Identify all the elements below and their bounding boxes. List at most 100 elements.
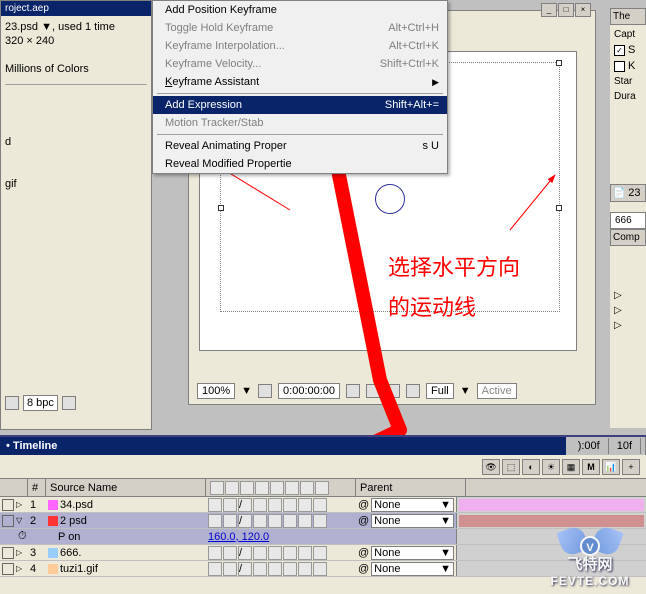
timeline-title: • Timeline [0, 437, 646, 455]
layer-bar[interactable] [459, 515, 644, 527]
layer-row[interactable]: ▷ 4 tuzi1.gif / @None▼ [0, 561, 646, 577]
visibility-icon[interactable] [2, 563, 14, 575]
trash-icon[interactable] [62, 396, 76, 410]
safezone-icon[interactable] [258, 384, 272, 398]
timecode-readout[interactable]: 0:00:00:00 [278, 383, 340, 399]
twirl-icon[interactable]: ▷ [16, 564, 26, 573]
visibility-icon[interactable] [2, 515, 14, 527]
tab-the[interactable]: The [610, 8, 646, 25]
alpha-icon[interactable] [406, 384, 420, 398]
shy-icon[interactable]: 👁 [482, 459, 500, 475]
project-colors: Millions of Colors [5, 62, 147, 76]
layer-bar[interactable] [459, 499, 644, 511]
menu-reveal-modified[interactable]: Reveal Modified Propertie [153, 155, 447, 173]
menu-keyframe-assistant[interactable]: KKeyframe Assistanteyframe Assistant▶ [153, 73, 447, 91]
twirl-icon[interactable]: ▷ [16, 548, 26, 557]
parent-dropdown[interactable]: None▼ [371, 498, 454, 512]
project-item-d[interactable]: d [5, 135, 147, 149]
start-label: Star [610, 74, 646, 89]
anchor-point-icon[interactable] [370, 179, 410, 219]
close-button[interactable]: × [575, 3, 591, 17]
active-camera[interactable]: Active [477, 383, 517, 399]
pickwhip-icon[interactable]: @ [358, 515, 369, 527]
parent-dropdown[interactable]: None▼ [371, 562, 454, 576]
parent-dropdown[interactable]: None▼ [371, 546, 454, 560]
time-ruler[interactable]: ):00f 10f [566, 437, 646, 455]
position-value[interactable]: 160.0, 120.0 [206, 529, 356, 544]
layer-handle-tr[interactable] [556, 60, 562, 66]
menu-keyframe-interpolation: Keyframe Interpolation...Alt+Ctrl+K [153, 37, 447, 55]
layer-index: 2 [28, 513, 46, 528]
timeline-layers: ▷ 1 34.psd / @None▼ ▽ 2 2 psd / @None▼ ⏱… [0, 497, 646, 577]
layer-name[interactable]: tuzi1.gif [60, 563, 98, 575]
layer-handle-ml[interactable] [218, 205, 224, 211]
twirl-icon[interactable]: ▽ [16, 516, 26, 525]
layer-index: 3 [28, 545, 46, 560]
col-parent: Parent [356, 479, 466, 496]
channel-icon[interactable] [366, 384, 380, 398]
menu-add-expression[interactable]: Add ExpressionShift+Alt+= [153, 96, 447, 114]
menu-keyframe-velocity: Keyframe Velocity...Shift+Ctrl+K [153, 55, 447, 73]
maximize-button[interactable]: □ [558, 3, 574, 17]
submenu-arrow-icon: ▶ [432, 77, 439, 88]
col-source-name[interactable]: Source Name [46, 479, 206, 496]
field-666[interactable]: 666 [610, 212, 646, 229]
switches-icon[interactable]: ⬚ [502, 459, 520, 475]
col-number: # [28, 479, 46, 496]
project-item-23[interactable]: 📄 23 [610, 184, 646, 202]
layer-color-icon [48, 548, 58, 558]
resolution-dropdown[interactable]: Full [426, 383, 454, 399]
visibility-icon[interactable] [2, 499, 14, 511]
right-dock: The Capt ✓S K Star Dura 📄 23 666 Comp ▷ … [610, 8, 646, 428]
mode-m-button[interactable]: M [582, 459, 600, 475]
layer-row[interactable]: ▽ 2 2 psd / @None▼ [0, 513, 646, 529]
duration-label: Dura [610, 89, 646, 104]
layer-color-icon [48, 500, 58, 510]
layer-handle-mr[interactable] [556, 205, 562, 211]
project-item-gif[interactable]: gif [5, 177, 147, 191]
menu-add-position-keyframe[interactable]: Add Position Keyframe [153, 1, 447, 19]
layer-name[interactable]: 34.psd [60, 499, 93, 511]
label-s: S [628, 44, 635, 56]
folder-icon[interactable] [5, 396, 19, 410]
checkbox-s[interactable]: ✓ [614, 45, 625, 56]
annotation-line2: 的运动线 [388, 290, 476, 322]
annotation-line1: 选择水平方向 [388, 250, 520, 282]
animation-context-menu: Add Position Keyframe Toggle Hold Keyfra… [152, 0, 448, 174]
zoom-dropdown[interactable]: 100% [197, 383, 235, 399]
pickwhip-icon[interactable]: @ [358, 563, 369, 575]
layer-row[interactable]: ▷ 3 666. / @None▼ [0, 545, 646, 561]
zoom-in-icon[interactable]: + [622, 459, 640, 475]
menu-reveal-animating[interactable]: Reveal Animating Propers U [153, 137, 447, 155]
property-name[interactable]: P on [58, 531, 80, 543]
parent-dropdown[interactable]: None▼ [371, 514, 454, 528]
snapshot-icon[interactable] [346, 384, 360, 398]
tab-comp[interactable]: Comp [610, 229, 646, 246]
bpc-readout[interactable]: 8 bpc [23, 395, 58, 411]
pickwhip-icon[interactable]: @ [358, 499, 369, 511]
property-row[interactable]: ⏱ P on 160.0, 120.0 [0, 529, 646, 545]
zoom-chevron-icon[interactable]: ▼ [241, 385, 252, 397]
twirl-icon[interactable]: ▷ [610, 303, 646, 318]
graph-icon[interactable]: 📊 [602, 459, 620, 475]
layer-name[interactable]: 2 psd [60, 515, 87, 527]
ruler-00: ):00f [570, 438, 609, 454]
visibility-icon[interactable] [2, 547, 14, 559]
layer-name[interactable]: 666. [60, 547, 81, 559]
motion-blur-icon[interactable]: ☀ [542, 459, 560, 475]
stopwatch-icon[interactable]: ⏱ [18, 530, 27, 543]
layer-row[interactable]: ▷ 1 34.psd / @None▼ [0, 497, 646, 513]
minimize-button[interactable]: _ [541, 3, 557, 17]
twirl-icon[interactable]: ▷ [610, 288, 646, 303]
ruler-10: 10f [609, 438, 641, 454]
menu-motion-tracker: Motion Tracker/Stab [153, 114, 447, 132]
res-chevron-icon[interactable]: ▼ [460, 385, 471, 397]
twirl-icon[interactable]: ▷ [610, 318, 646, 333]
3d-icon[interactable]: ▦ [562, 459, 580, 475]
project-dims: 320 × 240 [5, 34, 147, 48]
checkbox-k[interactable] [614, 61, 625, 72]
frame-blend-icon[interactable]: ◐ [522, 459, 540, 475]
pickwhip-icon[interactable]: @ [358, 547, 369, 559]
twirl-icon[interactable]: ▷ [16, 500, 26, 509]
rgb-icon[interactable] [386, 384, 400, 398]
